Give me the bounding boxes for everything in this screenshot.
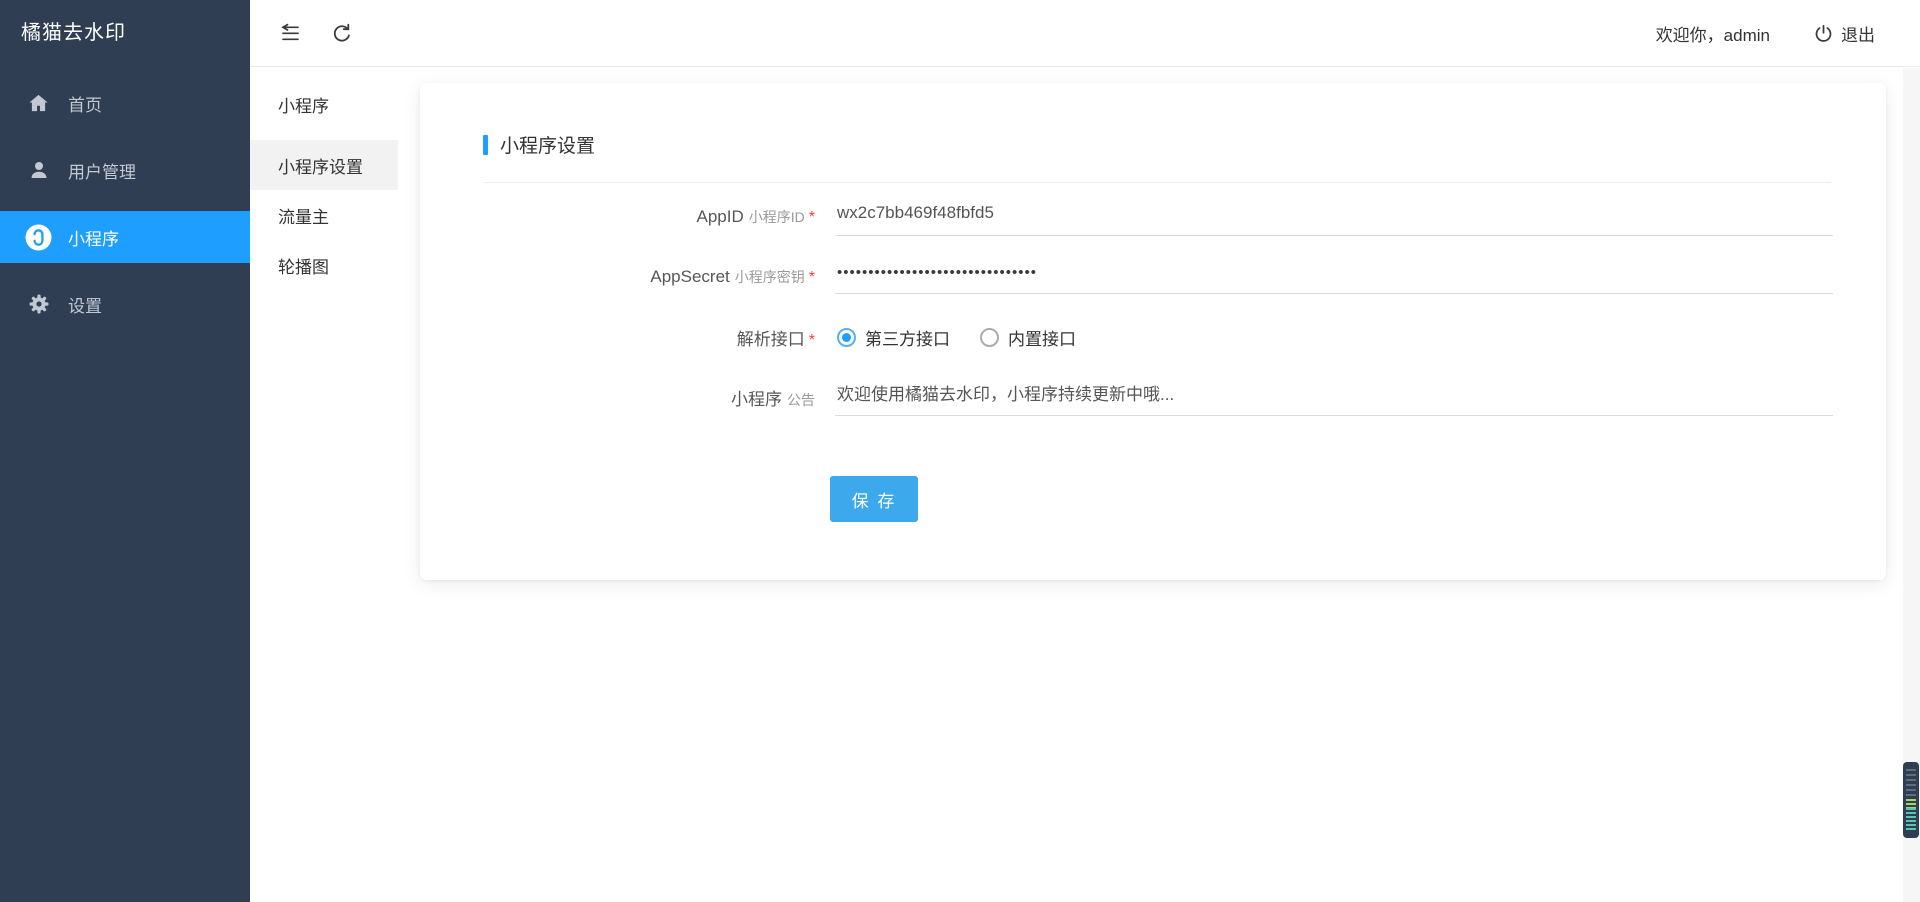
submenu-title: 小程序 [250,68,398,140]
api-label: 解析接口* [420,325,815,350]
corner-meter-widget[interactable] [1903,762,1919,838]
form-row-notice: 小程序公告 [420,376,1886,418]
submenu-item-traffic[interactable]: 流量主 [250,190,398,240]
meter-teal-segment [1906,808,1916,830]
top-header: 欢迎你，admin 退出 [250,0,1920,67]
submenu-item-carousel[interactable]: 轮播图 [250,240,398,290]
logout-label: 退出 [1841,21,1875,46]
logout-button[interactable]: 退出 [1812,21,1875,46]
meter-gray-segment [1906,769,1916,799]
sub-sidebar: 小程序 小程序设置 流量主 轮播图 [250,68,398,290]
required-asterisk: * [809,332,815,349]
radio-third-party-api[interactable]: 第三方接口 [837,325,950,350]
radio-unselected-icon [980,328,999,347]
page-title: 小程序设置 [500,131,595,158]
miniprogram-icon [25,224,52,251]
meter-green-segment [1906,799,1916,808]
appid-input[interactable] [835,199,1833,236]
appsecret-input[interactable] [835,260,1833,294]
radio-builtin-api[interactable]: 内置接口 [980,325,1076,350]
header-right: 欢迎你，admin 退出 [1656,21,1920,46]
radio-label: 第三方接口 [865,325,950,350]
required-asterisk: * [809,209,815,226]
sidebar-item-miniprogram[interactable]: 小程序 [0,211,250,263]
form-row-appsecret: AppSecret小程序密钥* [420,256,1886,298]
appid-label: AppID小程序ID* [420,207,815,227]
sidebar-item-label: 设置 [68,292,102,317]
sidebar-item-label: 小程序 [68,225,119,250]
api-radio-group: 第三方接口 内置接口 [837,325,1106,350]
main-sidebar: 橘猫去水印 首页 用户管理 [0,0,250,902]
sidebar-item-settings[interactable]: 设置 [0,278,250,330]
main-menu: 首页 用户管理 小程序 [0,77,250,330]
sidebar-item-label: 用户管理 [68,158,136,183]
appsecret-label: AppSecret小程序密钥* [420,267,815,287]
sidebar-item-home[interactable]: 首页 [0,77,250,129]
submenu-item-label: 小程序设置 [278,153,363,178]
sidebar-item-users[interactable]: 用户管理 [0,144,250,196]
submenu-item-label: 轮播图 [278,253,329,278]
notice-input[interactable] [835,379,1833,416]
card-header: 小程序设置 [420,83,1886,158]
refresh-icon[interactable] [329,20,355,46]
submenu-item-label: 流量主 [278,203,329,228]
user-icon [25,157,52,184]
power-icon [1812,22,1834,44]
app-logo: 橘猫去水印 [0,0,250,67]
title-accent-bar [483,135,488,155]
home-icon [25,90,52,117]
settings-card: 小程序设置 AppID小程序ID* AppSecret小程序密钥* 解析接口* [420,83,1886,580]
radio-label: 内置接口 [1008,325,1076,350]
radio-selected-icon [837,328,856,347]
miniprogram-settings-form: AppID小程序ID* AppSecret小程序密钥* 解析接口* 第三方接口 [420,183,1886,522]
gear-icon [25,291,52,318]
submenu-item-miniprogram-settings[interactable]: 小程序设置 [250,140,398,190]
sidebar-item-label: 首页 [68,91,102,116]
form-row-appid: AppID小程序ID* [420,196,1886,238]
collapse-menu-icon[interactable] [277,20,303,46]
notice-label: 小程序公告 [420,385,815,410]
required-asterisk: * [809,269,815,286]
form-row-api: 解析接口* 第三方接口 内置接口 [420,316,1886,358]
welcome-text: 欢迎你，admin [1656,21,1770,46]
save-button[interactable]: 保 存 [830,476,918,522]
